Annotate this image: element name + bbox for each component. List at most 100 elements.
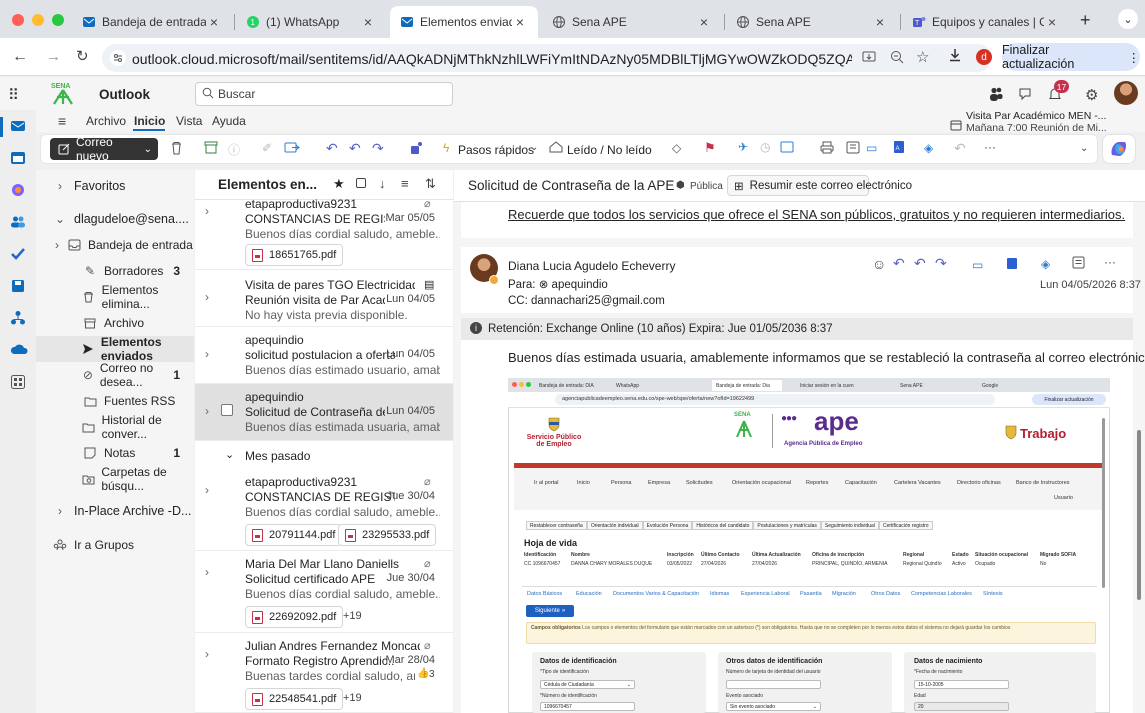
sender-name[interactable]: Diana Lucia Agudelo Echeverry <box>508 259 675 273</box>
close-tab-icon[interactable]: × <box>872 14 888 30</box>
back-arrow-icon[interactable]: ← <box>12 48 28 66</box>
immersive-reader-icon[interactable] <box>846 141 860 154</box>
install-app-icon[interactable] <box>862 50 876 64</box>
list-item[interactable]: › etapaproductiva9231 ⌀ CONSTANCIAS DE R… <box>195 469 453 551</box>
translate-icon[interactable]: ▭ <box>866 141 877 155</box>
forward-arrow-icon[interactable]: → <box>46 48 61 65</box>
copilot-button[interactable] <box>1102 134 1136 164</box>
bookmark-star-icon[interactable]: ☆ <box>916 48 929 66</box>
folder-search-folders[interactable]: Carpetas de búsqu... <box>36 465 194 493</box>
account-section[interactable]: ⌄ dlagudeloe@sena.... <box>36 206 194 232</box>
reply-all-icon[interactable]: ↶ <box>914 255 926 272</box>
upcoming-event-title[interactable]: Visita Par Académico MEN -... <box>966 110 1141 122</box>
close-tab-icon[interactable]: × <box>696 14 712 30</box>
reload-icon[interactable]: ↻ <box>76 47 89 65</box>
people-icon[interactable] <box>10 214 26 230</box>
to-recipient[interactable]: apequindio <box>552 279 608 291</box>
calendar-icon[interactable] <box>10 150 26 166</box>
print-icon[interactable] <box>820 141 834 154</box>
teams-icon[interactable] <box>988 86 1004 102</box>
archive-icon[interactable] <box>204 141 218 154</box>
attachment-chip[interactable]: 20791144.pdf <box>245 524 343 546</box>
menu-vista[interactable]: Vista <box>176 114 202 128</box>
site-info-icon[interactable] <box>110 50 126 66</box>
reading-scrollbar[interactable] <box>1137 430 1141 600</box>
attachment-chip[interactable]: 23295533.pdf <box>338 524 437 546</box>
flag-icon[interactable]: ⚑ <box>704 140 716 156</box>
finish-update-button[interactable]: Finalizar actualización ⋮ <box>1002 43 1140 71</box>
todo-check-icon[interactable] <box>10 246 26 262</box>
rules-icon[interactable] <box>780 141 794 153</box>
snooze-icon[interactable]: ◷ <box>760 140 770 154</box>
in-place-archive[interactable]: › In-Place Archive -D... <box>36 498 194 524</box>
folder-drafts[interactable]: ✎ Borradores 3 <box>36 258 194 284</box>
delete-icon[interactable] <box>170 141 183 155</box>
onedrive-cloud-icon[interactable] <box>10 342 28 356</box>
report-icon[interactable]: ⓘ <box>228 141 240 158</box>
select-checkbox[interactable] <box>221 404 233 416</box>
chevron-down-icon[interactable]: ⌄ <box>530 142 538 153</box>
folder-inbox[interactable]: › Bandeja de entrada <box>36 232 194 258</box>
forward-icon[interactable]: ↷ <box>935 255 947 272</box>
filter-icon[interactable]: ≡ <box>401 176 409 191</box>
feedback-icon[interactable] <box>1018 87 1032 101</box>
minimize-window-button[interactable] <box>32 14 44 26</box>
folder-rss[interactable]: Fuentes RSS <box>36 388 194 414</box>
ribbon-expand-chevron-icon[interactable]: ⌄ <box>1080 143 1088 154</box>
tab-search-chevron-icon[interactable]: ⌄ <box>1118 9 1138 29</box>
browser-tab-sena-ape-2[interactable]: Sena APE × <box>726 6 898 38</box>
more-options-icon[interactable]: ··· <box>1104 255 1116 269</box>
zoom-icon[interactable] <box>890 50 904 64</box>
move-icon[interactable]: ▭ <box>972 258 983 272</box>
settings-gear-icon[interactable]: ⚙ <box>1085 86 1098 104</box>
emoji-react-icon[interactable]: ☺ <box>872 256 886 272</box>
tag-icon[interactable]: ◇ <box>672 141 681 155</box>
org-chart-icon[interactable] <box>10 310 26 326</box>
menu-ayuda[interactable]: Ayuda <box>212 114 246 128</box>
jump-to-icon[interactable]: ↓ <box>379 176 386 191</box>
folder-sent[interactable]: Elementos enviados <box>36 335 194 363</box>
attachment-chip[interactable]: 22548541.pdf <box>245 688 344 710</box>
go-to-groups[interactable]: Ir a Grupos <box>36 532 194 558</box>
download-icon[interactable] <box>948 48 962 62</box>
maximize-window-button[interactable] <box>52 14 64 26</box>
list-item[interactable]: › apequindio solicitud postulacion a ofe… <box>195 327 453 384</box>
menu-inicio[interactable]: Inicio <box>134 114 165 128</box>
attachment-chip[interactable]: 18651765.pdf <box>245 244 344 266</box>
folder-deleted[interactable]: Elementos elimina... <box>36 283 194 311</box>
url-text[interactable]: outlook.cloud.microsoft/mail/sentitems/i… <box>132 51 852 67</box>
pdf-icon[interactable] <box>1006 257 1018 270</box>
browser-tab-inbox[interactable]: Bandeja de entrada: DIA × <box>72 6 232 38</box>
save-disk-icon[interactable] <box>10 278 26 294</box>
new-mail-button[interactable]: Correo nuevo ⌄ <box>50 135 158 163</box>
mail-icon[interactable] <box>10 118 26 134</box>
close-window-button[interactable] <box>12 14 24 26</box>
attachment-chip[interactable]: 22692092.pdf <box>245 606 344 628</box>
list-item[interactable]: › Julian Andres Fernandez Moncad... ⌀ Fo… <box>195 633 453 713</box>
app-launcher-icon[interactable]: ⠿ <box>8 86 19 104</box>
sweep-icon[interactable]: ✐ <box>262 141 272 155</box>
copilot-icon[interactable] <box>10 182 26 198</box>
close-tab-icon[interactable]: × <box>360 14 376 30</box>
browser-tab-whatsapp[interactable]: 1 (1) WhatsApp × <box>236 6 386 38</box>
folder-history[interactable]: Historial de conver... <box>36 413 194 441</box>
loop-icon[interactable]: ◈ <box>924 141 933 155</box>
menu-archivo[interactable]: Archivo <box>86 114 126 128</box>
quick-steps-button[interactable]: Pasos rápidos <box>458 143 534 157</box>
favorite-star-icon[interactable]: ★ <box>333 176 345 192</box>
favorites-section[interactable]: › Favoritos <box>36 173 194 199</box>
list-item[interactable]: › etapaproductiva9231 ⌀ CONSTANCIAS DE R… <box>195 197 453 270</box>
sort-icon[interactable]: ⇅ <box>425 176 436 192</box>
browser-tab-sent-items[interactable]: Elementos enviados: Di × <box>390 6 538 38</box>
close-tab-icon[interactable]: × <box>1044 14 1060 30</box>
more-apps-icon[interactable] <box>10 374 26 390</box>
browser-tab-sena-ape-1[interactable]: Sena APE × <box>542 6 722 38</box>
loop-icon[interactable]: ◈ <box>1041 257 1050 271</box>
more-attachments-count[interactable]: +19 <box>343 610 362 622</box>
list-item-selected[interactable]: › apequindio Solicitud de Contraseña de.… <box>195 384 453 441</box>
more-options-icon[interactable]: ··· <box>984 140 996 154</box>
folder-archive[interactable]: Archivo <box>36 310 194 336</box>
reply-icon[interactable]: ↶ <box>326 140 338 157</box>
close-tab-icon[interactable]: × <box>512 14 528 30</box>
list-item[interactable]: › Maria Del Mar Llano Daniells ⌀ Solicit… <box>195 551 453 633</box>
